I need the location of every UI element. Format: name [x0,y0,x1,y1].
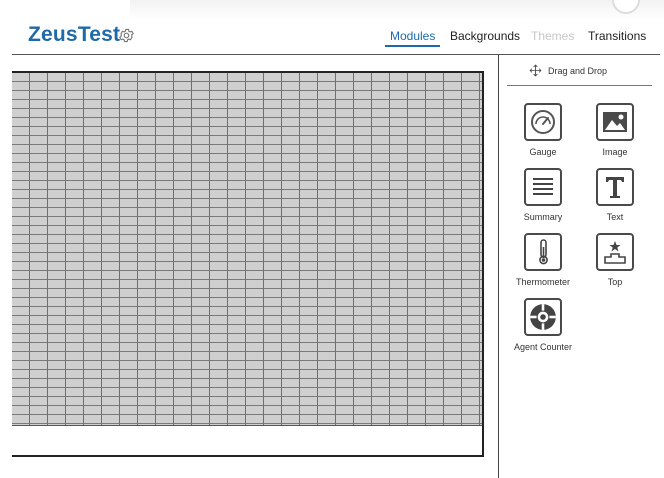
grid-bottom-edge [12,425,482,426]
tab-transitions[interactable]: Transitions [588,29,646,43]
summary-icon [524,168,562,206]
module-label: Agent Counter [513,342,573,352]
module-label: Gauge [529,147,557,157]
module-thermometer[interactable]: Thermometer [511,233,575,287]
drag-and-drop-label: Drag and Drop [548,65,608,76]
app-logo[interactable]: ZeusTest [28,23,120,47]
tab-backgrounds[interactable]: Backgrounds [450,29,520,43]
gear-icon[interactable] [118,27,135,44]
drag-and-drop-hint: Drag and Drop [529,64,607,77]
agent-counter-icon [524,298,562,336]
layout-canvas[interactable] [12,71,484,457]
module-label: Text [606,212,624,222]
module-agent-counter[interactable]: Agent Counter [511,298,575,352]
module-top[interactable]: Top [583,233,647,287]
podium-icon [596,233,634,271]
module-label: Thermometer [515,277,570,287]
active-tab-indicator [385,45,440,47]
image-icon [596,103,634,141]
text-icon [596,168,634,206]
module-image[interactable]: Image [583,103,647,157]
move-arrows-icon [529,64,542,77]
app-header: ZeusTest Modules Backgrounds Themes Tran… [0,0,664,54]
module-gauge[interactable]: Gauge [511,103,575,157]
canvas-grid[interactable] [12,73,482,425]
modules-panel: Drag and Drop Gauge Image Summary Text T… [498,55,664,478]
panel-divider [507,85,652,86]
module-text[interactable]: Text [583,168,647,222]
module-label: Image [602,147,628,157]
module-label: Top [607,277,623,287]
top-strip [130,0,664,20]
gauge-icon [524,103,562,141]
module-label: Summary [523,212,563,222]
tab-modules[interactable]: Modules [390,29,435,43]
thermometer-icon [524,233,562,271]
tab-themes: Themes [531,29,575,43]
module-summary[interactable]: Summary [511,168,575,222]
